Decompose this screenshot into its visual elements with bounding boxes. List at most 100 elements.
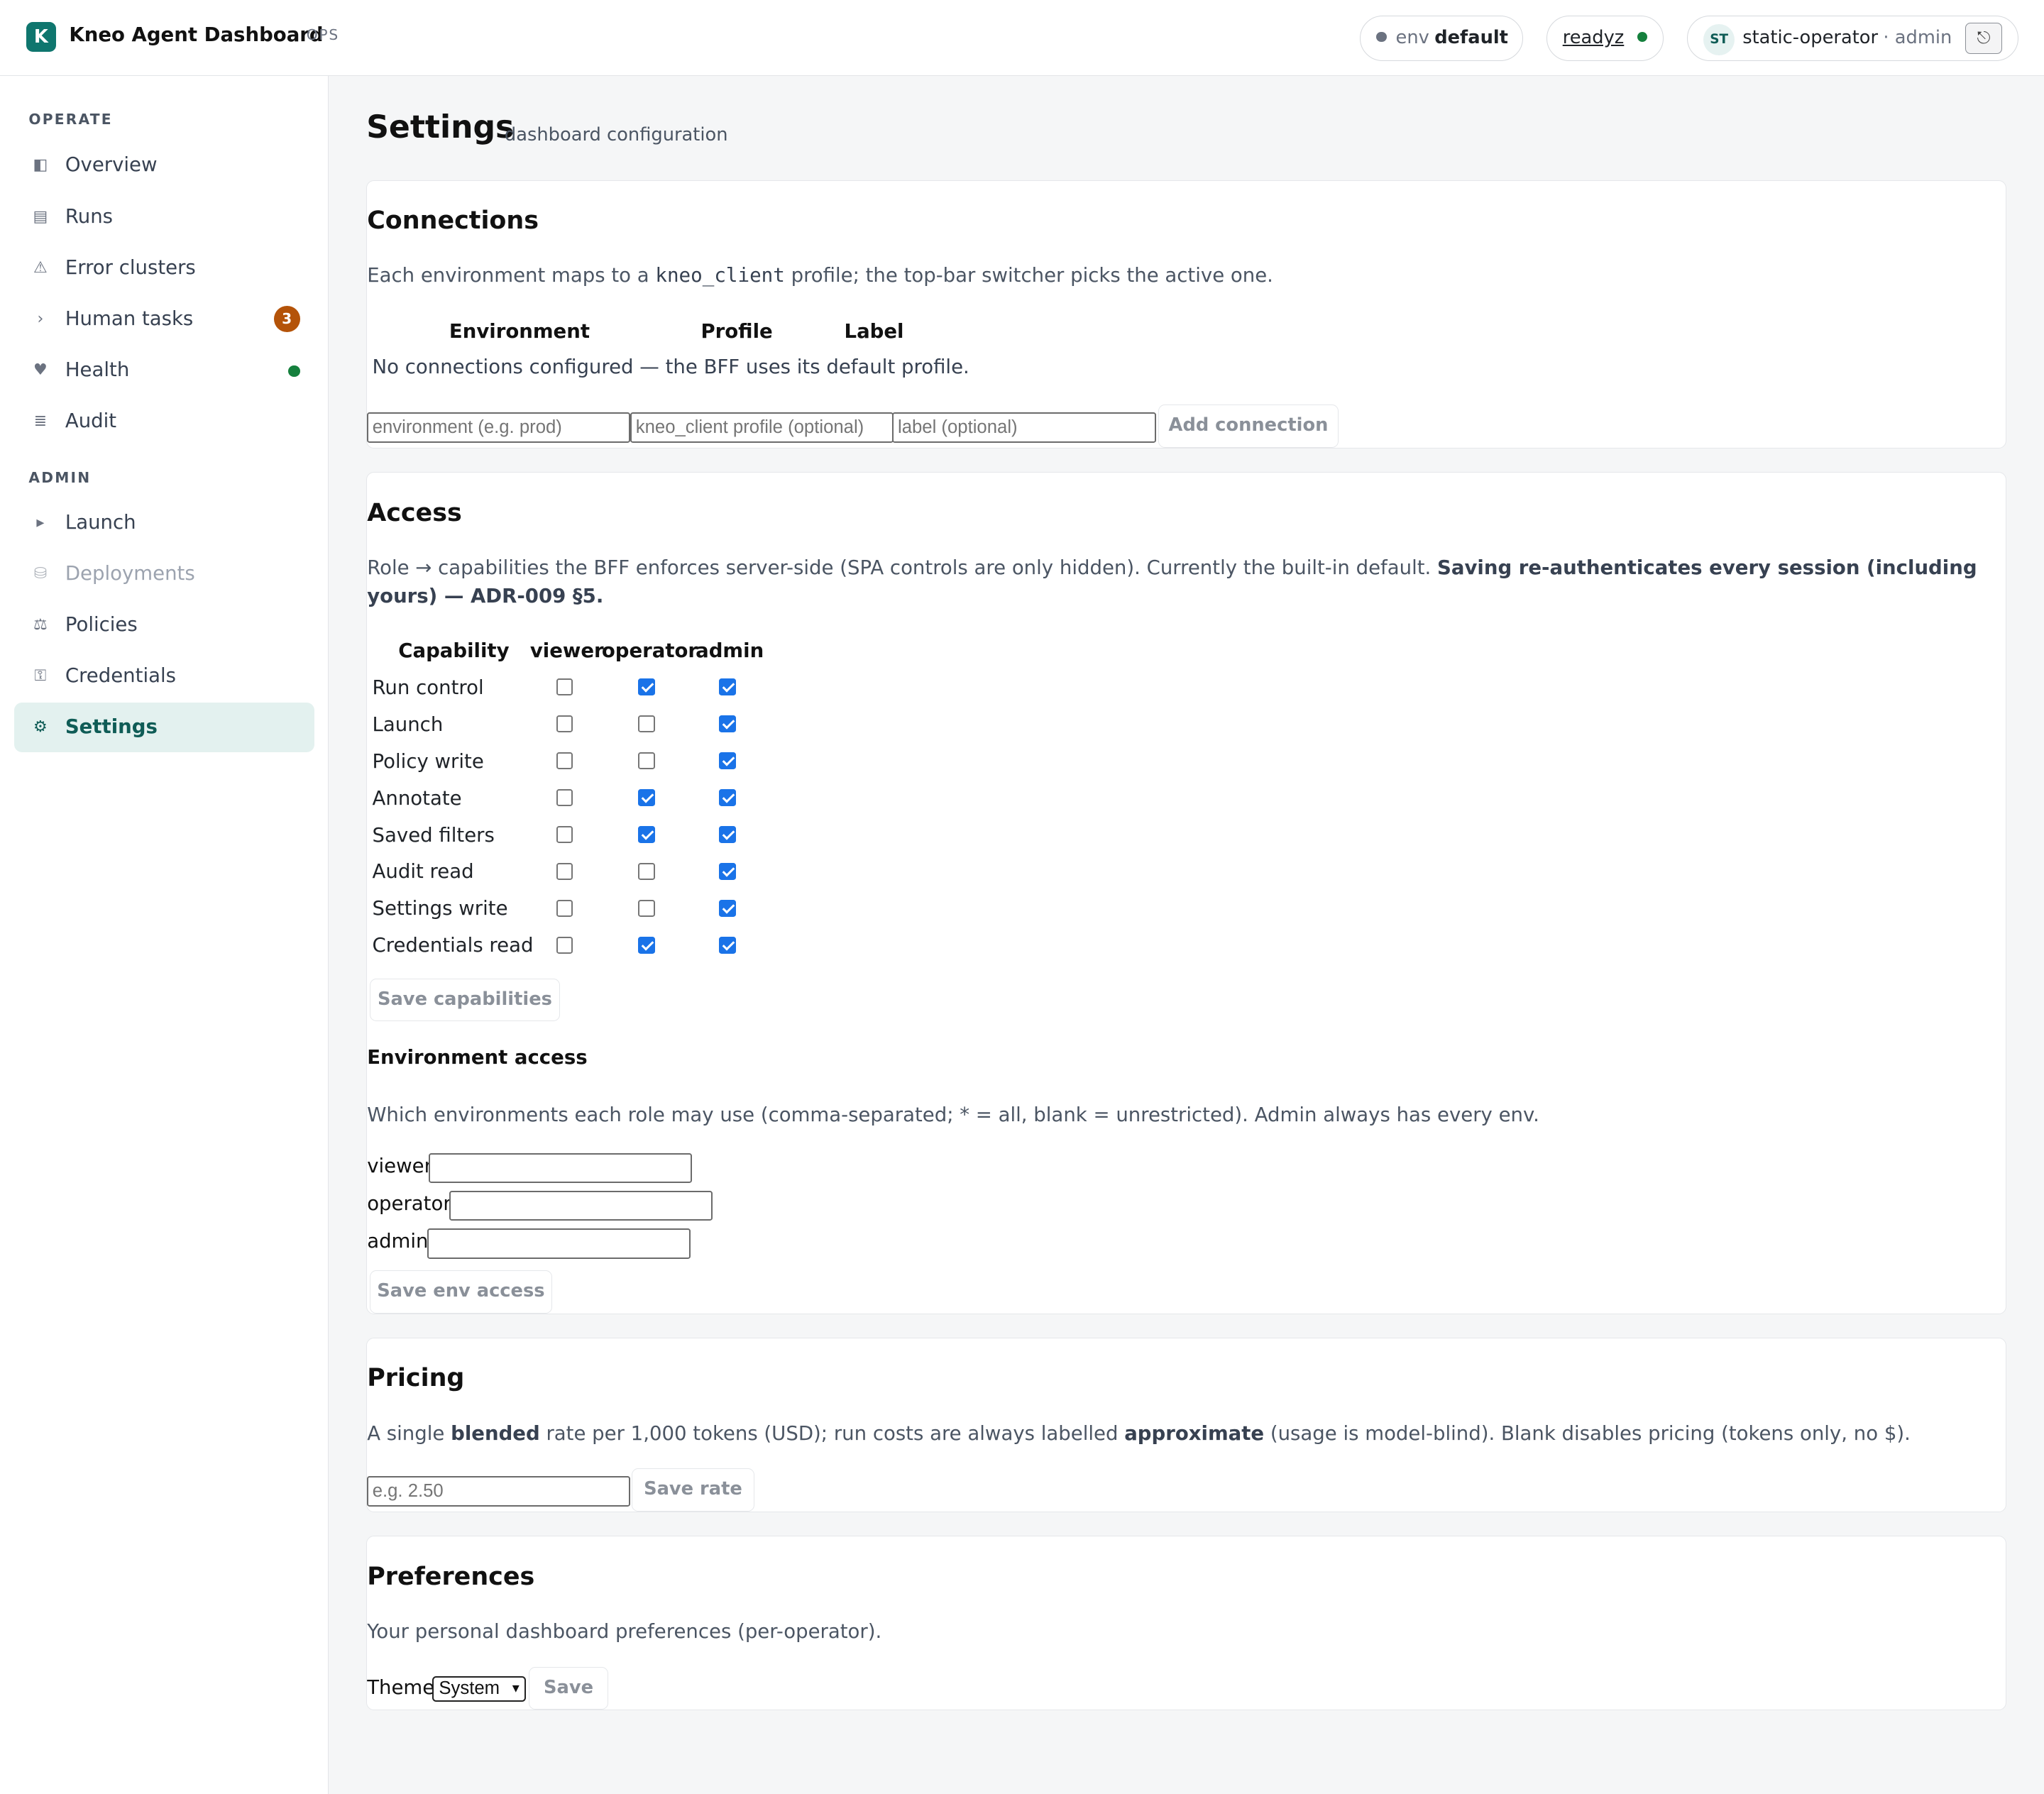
checkbox-operator-launch[interactable] bbox=[638, 715, 656, 733]
save-capabilities-button[interactable]: Save capabilities bbox=[369, 978, 561, 1022]
sidebar-item-label: Overview bbox=[65, 153, 158, 177]
sidebar-item-human-tasks[interactable]: › Human tasks 3 bbox=[14, 295, 314, 344]
connections-empty: No connections configured — the BFF uses… bbox=[372, 355, 969, 378]
readyz-link[interactable]: readyz bbox=[1563, 27, 1625, 48]
checkbox-viewer-launch[interactable] bbox=[556, 715, 573, 733]
checkbox-viewer-settings-write[interactable] bbox=[556, 900, 573, 918]
sidebar-item-settings[interactable]: ⚙ Settings bbox=[14, 703, 314, 753]
sidebar-item-overview[interactable]: ◧ Overview bbox=[14, 141, 314, 190]
theme-select[interactable]: System ▾ bbox=[432, 1675, 527, 1702]
sidebar-item-label: Launch bbox=[65, 510, 136, 534]
checkbox-admin-credentials-read[interactable] bbox=[719, 937, 737, 954]
viewer-env-input[interactable] bbox=[428, 1152, 692, 1184]
col-operator: operator bbox=[601, 639, 698, 663]
checkbox-admin-saved-filters[interactable] bbox=[719, 826, 737, 844]
environment-input[interactable] bbox=[367, 412, 631, 443]
operator-env-input[interactable] bbox=[449, 1191, 713, 1221]
connections-card: Connections Each environment maps to a k… bbox=[366, 180, 2007, 448]
sidebar-item-deployments: ⛁ Deployments bbox=[14, 549, 314, 599]
sidebar-item-label: Deployments bbox=[65, 561, 195, 585]
col-label: Label bbox=[844, 320, 904, 343]
capability-name: Annotate bbox=[372, 786, 462, 810]
environment-access-description: Which environments each role may use (co… bbox=[367, 1104, 1539, 1127]
app-tag: OPS bbox=[306, 26, 340, 43]
checkbox-admin-launch[interactable] bbox=[719, 715, 737, 733]
audit-icon: ≣ bbox=[33, 412, 48, 431]
sidebar-item-launch[interactable]: ▸ Launch bbox=[14, 498, 314, 548]
checkbox-viewer-run-control[interactable] bbox=[556, 678, 573, 696]
sidebar-item-label: Audit bbox=[65, 409, 117, 433]
checkbox-admin-settings-write[interactable] bbox=[719, 900, 737, 918]
sidebar-item-label: Settings bbox=[65, 715, 158, 739]
checkbox-operator-saved-filters[interactable] bbox=[638, 826, 656, 844]
checkbox-viewer-credentials-read[interactable] bbox=[556, 937, 573, 954]
heart-icon: ♥ bbox=[33, 361, 48, 380]
sidebar-item-health[interactable]: ♥ Health bbox=[14, 346, 314, 395]
checkbox-viewer-annotate[interactable] bbox=[556, 789, 573, 807]
checkbox-viewer-audit-read[interactable] bbox=[556, 863, 573, 881]
chevron-down-icon: ▾ bbox=[512, 1680, 520, 1696]
sidebar-item-label: Policies bbox=[65, 613, 138, 637]
sidebar-item-label: Runs bbox=[65, 204, 114, 228]
save-env-access-button[interactable]: Save env access bbox=[369, 1270, 553, 1314]
rate-input[interactable] bbox=[367, 1476, 631, 1507]
sidebar-item-label: Health bbox=[65, 358, 130, 382]
checkbox-admin-run-control[interactable] bbox=[719, 678, 737, 696]
connections-description: Each environment maps to a kneo_client p… bbox=[367, 264, 1273, 287]
profile-code: kneo_client bbox=[655, 264, 785, 287]
sidebar-item-policies[interactable]: ⚖ Policies bbox=[14, 600, 314, 650]
access-title: Access bbox=[367, 498, 462, 527]
pricing-description: A single blended rate per 1,000 tokens (… bbox=[367, 1421, 1911, 1445]
env-switcher[interactable]: env default bbox=[1359, 16, 1523, 62]
checkbox-operator-annotate[interactable] bbox=[638, 789, 656, 807]
checkbox-operator-settings-write[interactable] bbox=[638, 900, 656, 918]
pricing-title: Pricing bbox=[367, 1364, 465, 1393]
preferences-title: Preferences bbox=[367, 1562, 535, 1591]
checkbox-viewer-saved-filters[interactable] bbox=[556, 826, 573, 844]
scales-icon: ⚖ bbox=[33, 616, 48, 634]
capability-name: Launch bbox=[372, 712, 444, 736]
environment-access-title: Environment access bbox=[367, 1046, 588, 1069]
theme-value: System bbox=[439, 1678, 500, 1698]
nav-section-operate: OPERATE bbox=[28, 111, 113, 128]
play-icon: ▸ bbox=[36, 513, 45, 532]
health-status-dot bbox=[287, 365, 300, 378]
checkbox-operator-credentials-read[interactable] bbox=[638, 937, 656, 954]
logout-icon[interactable]: ⎋ bbox=[1965, 23, 2002, 55]
env-key: env bbox=[1395, 27, 1429, 49]
count-badge: 3 bbox=[273, 306, 300, 333]
user-name: static-operator bbox=[1742, 27, 1879, 49]
capability-name: Saved filters bbox=[372, 823, 495, 847]
save-rate-button[interactable]: Save rate bbox=[632, 1468, 754, 1512]
checkbox-operator-audit-read[interactable] bbox=[638, 863, 656, 881]
user-menu: ST static-operator · admin ⎋ bbox=[1687, 16, 2018, 62]
sidebar-item-runs[interactable]: ▤ Runs bbox=[14, 192, 314, 242]
chevron-right-icon: › bbox=[37, 309, 44, 328]
label-input[interactable] bbox=[892, 412, 1156, 443]
readyz-pill: readyz bbox=[1546, 16, 1664, 62]
admin-env-input[interactable] bbox=[427, 1228, 691, 1259]
sidebar-item-label: Human tasks bbox=[65, 307, 194, 330]
sidebar-item-audit[interactable]: ≣ Audit bbox=[14, 397, 314, 446]
col-profile: Profile bbox=[700, 320, 773, 343]
checkbox-admin-policy-write[interactable] bbox=[719, 752, 737, 770]
checkbox-operator-policy-write[interactable] bbox=[638, 752, 656, 770]
checkbox-viewer-policy-write[interactable] bbox=[556, 752, 573, 770]
overview-icon: ◧ bbox=[33, 156, 48, 175]
profile-input[interactable] bbox=[630, 412, 894, 443]
capability-name: Credentials read bbox=[372, 934, 534, 957]
save-preferences-button[interactable]: Save bbox=[528, 1666, 609, 1710]
preferences-description: Your personal dashboard preferences (per… bbox=[367, 1619, 882, 1643]
checkbox-operator-run-control[interactable] bbox=[638, 678, 656, 696]
page-subtitle: dashboard configuration bbox=[504, 123, 728, 145]
warning-icon: ⚠ bbox=[33, 258, 48, 277]
add-connection-button[interactable]: Add connection bbox=[1158, 405, 1339, 448]
capability-name: Policy write bbox=[372, 749, 484, 773]
gear-icon: ⚙ bbox=[33, 718, 48, 737]
avatar: ST bbox=[1703, 24, 1735, 56]
sidebar-item-credentials[interactable]: ⚿ Credentials bbox=[14, 651, 314, 701]
checkbox-admin-annotate[interactable] bbox=[719, 789, 737, 807]
runs-icon: ▤ bbox=[33, 207, 48, 226]
checkbox-admin-audit-read[interactable] bbox=[719, 863, 737, 881]
sidebar-item-error-clusters[interactable]: ⚠ Error clusters bbox=[14, 243, 314, 293]
